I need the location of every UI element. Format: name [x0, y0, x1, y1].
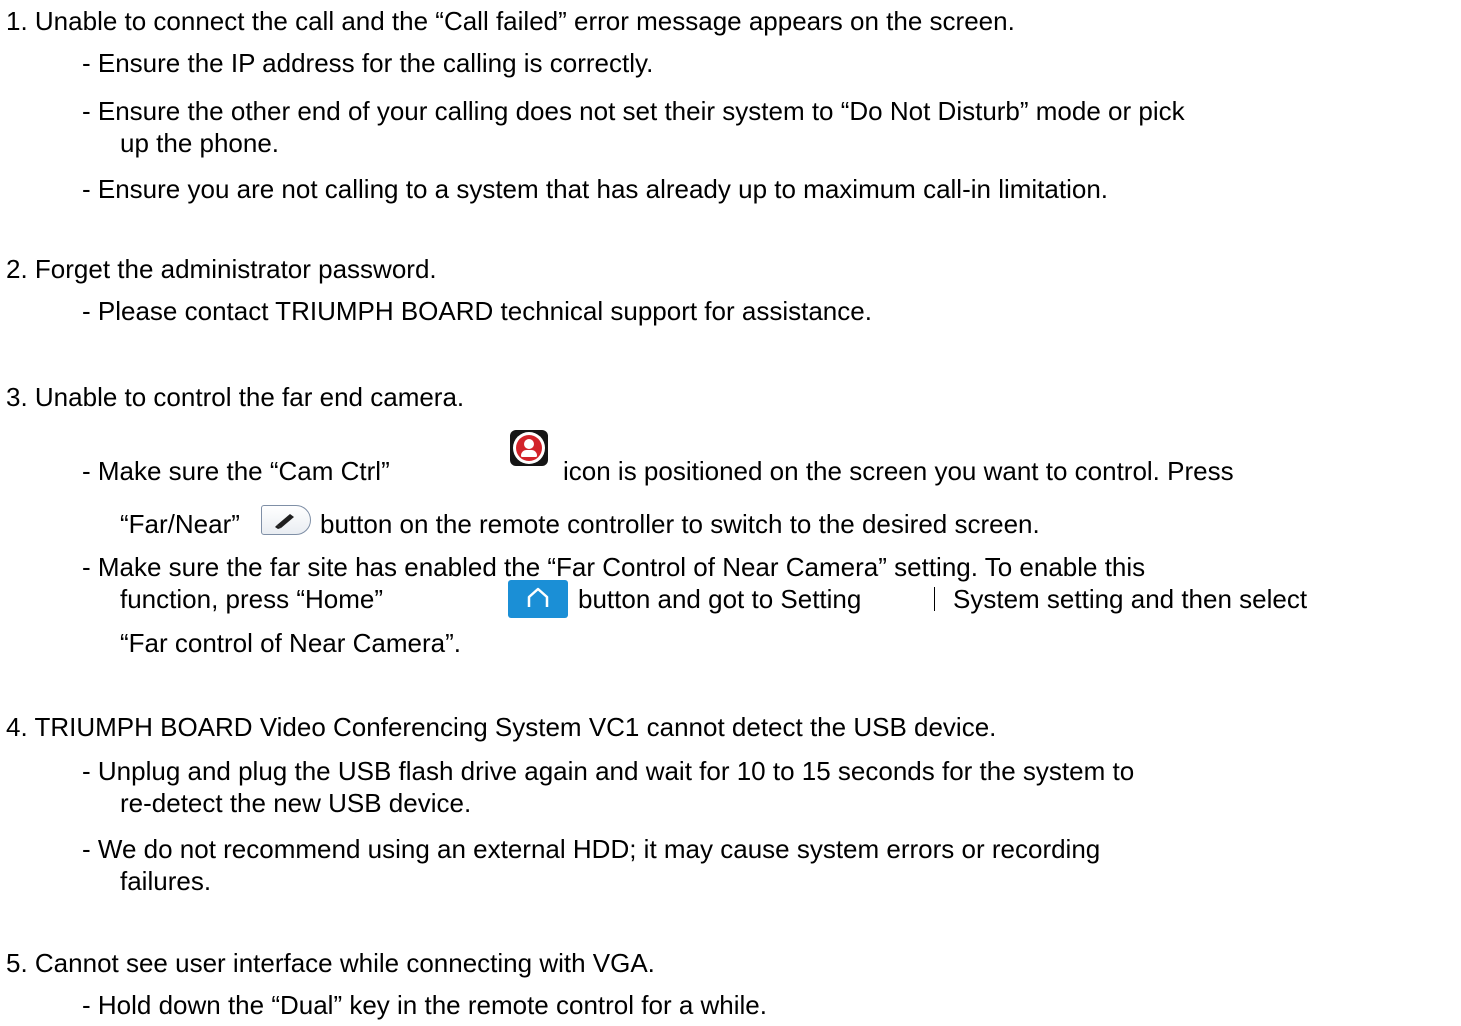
item-5-title: 5. Cannot see user interface while conne…	[6, 948, 655, 978]
item-4-bullet-1-cont: re-detect the new USB device.	[120, 788, 472, 818]
item-5-bullet-1: - Hold down the “Dual” key in the remote…	[82, 990, 767, 1020]
item-1-title: 1. Unable to connect the call and the “C…	[6, 6, 1015, 36]
item-3-bullet-1-end: icon is positioned on the screen you wan…	[563, 456, 1234, 486]
item-1-bullet-1: - Ensure the IP address for the calling …	[82, 48, 654, 78]
item-3-bullet-2-setting: button and got to Setting	[578, 584, 862, 614]
item-2-bullet-1: - Please contact TRIUMPH BOARD technical…	[82, 296, 872, 326]
item-3-bullet-2-system: System setting and then select	[953, 584, 1308, 614]
cam-ctrl-icon-head	[524, 439, 534, 449]
item-2-title: 2. Forget the administrator password.	[6, 254, 437, 284]
item-3-bullet-2: - Make sure the far site has enabled the…	[82, 552, 1146, 582]
item-3-bullet-2-home-label: function, press “Home”	[120, 584, 383, 614]
home-button-icon	[508, 580, 568, 618]
item-1-bullet-2: - Ensure the other end of your calling d…	[82, 96, 1185, 126]
item-3-bullet-1-far-near-rest: button on the remote controller to switc…	[320, 509, 1040, 539]
item-3-bullet-1-far-near-label: “Far/Near”	[120, 509, 240, 539]
item-3-bullet-2-cont: “Far control of Near Camera”.	[120, 628, 461, 658]
item-4-bullet-2-cont: failures.	[120, 866, 212, 896]
cam-ctrl-icon-body	[521, 450, 537, 457]
item-1-bullet-2-cont: up the phone.	[120, 128, 280, 158]
item-1-bullet-3: - Ensure you are not calling to a system…	[82, 174, 1109, 204]
item-4-bullet-1: - Unplug and plug the USB flash drive ag…	[82, 756, 1135, 786]
item-4-title: 4. TRIUMPH BOARD Video Conferencing Syst…	[6, 712, 997, 742]
item-3-bullet-1-start: - Make sure the “Cam Ctrl”	[82, 456, 390, 486]
far-near-button-icon	[261, 505, 311, 535]
item-3-title: 3. Unable to control the far end camera.	[6, 382, 465, 412]
cam-ctrl-icon	[510, 430, 548, 466]
item-4-bullet-2: - We do not recommend using an external …	[82, 834, 1101, 864]
menu-separator	[934, 587, 935, 611]
